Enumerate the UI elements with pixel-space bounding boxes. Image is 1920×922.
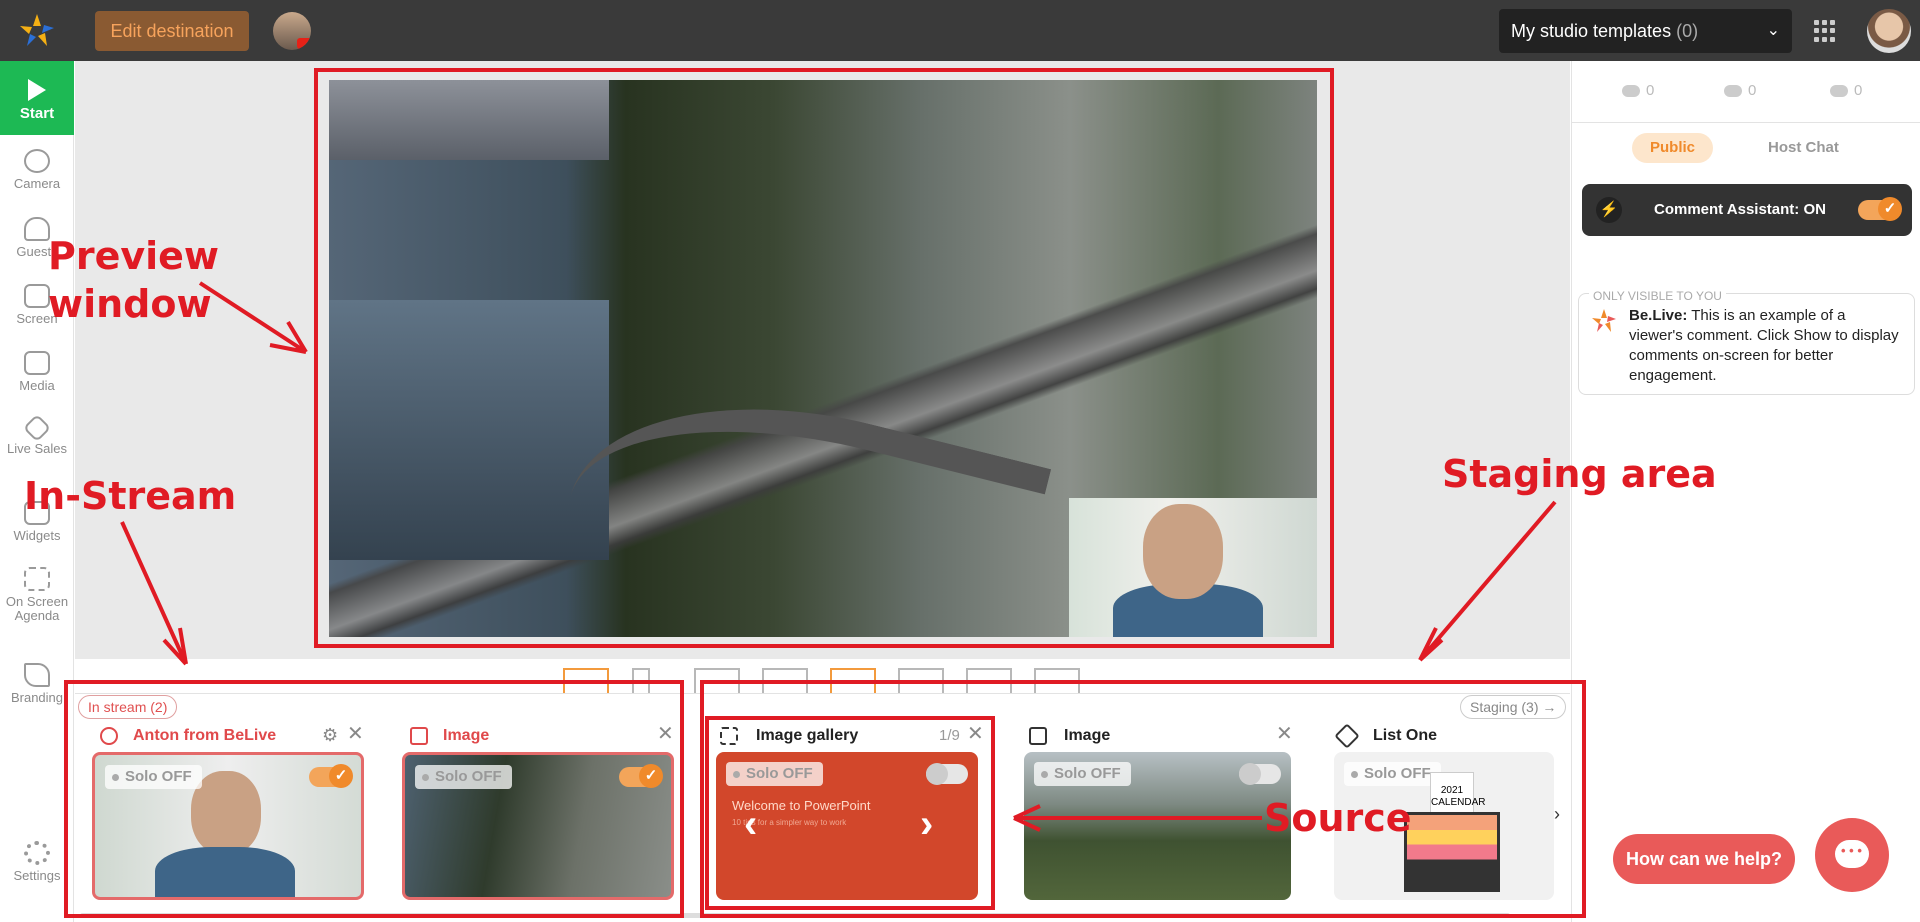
example-comment: ONLY VISIBLE TO YOU Be.Live: This is an … <box>1578 286 1915 395</box>
sidebar-item-agenda[interactable]: On Screen Agenda <box>0 567 74 623</box>
media-icon <box>24 351 50 375</box>
top-bar: Edit destination My studio templates (0)… <box>0 0 1920 61</box>
thumbs-up-icon <box>1724 85 1742 98</box>
comment-author: Be.Live: <box>1629 307 1688 324</box>
templates-label: My studio templates <box>1511 21 1672 41</box>
user-avatar[interactable] <box>1867 9 1911 53</box>
chat-icon <box>1835 840 1869 868</box>
dislikes-count: 0 <box>1854 82 1863 99</box>
sidebar-item-label: Media <box>19 378 55 393</box>
play-icon <box>28 79 46 101</box>
sidebar-item-camera[interactable]: Camera <box>0 149 74 191</box>
sidebar-item-live-sales[interactable]: Live Sales <box>0 413 74 456</box>
sidebar-item-branding[interactable]: Branding <box>0 663 74 705</box>
assistant-toggle[interactable] <box>1858 197 1902 221</box>
destination-avatar[interactable] <box>273 12 311 50</box>
youtube-icon <box>297 38 311 49</box>
annotation-preview-box <box>314 68 1334 648</box>
agenda-icon <box>24 567 50 591</box>
thumbs-down-icon <box>1830 85 1848 98</box>
lightning-icon: ⚡ <box>1596 197 1622 223</box>
studio-templates-dropdown[interactable]: My studio templates (0) ⌄ <box>1499 9 1792 53</box>
templates-count: (0) <box>1676 21 1699 41</box>
help-prompt[interactable]: How can we help? <box>1613 834 1795 884</box>
annotation-preview-label: Preview window <box>48 234 220 326</box>
belive-logo[interactable] <box>18 12 56 50</box>
camera-icon <box>24 149 50 173</box>
guests-icon <box>24 217 50 241</box>
likes-count: 0 <box>1748 82 1757 99</box>
annotation-staging-label: Staging area <box>1442 452 1717 496</box>
tab-host-chat[interactable]: Host Chat <box>1750 133 1857 163</box>
annotation-source-box <box>705 716 995 910</box>
comment-assistant: ⚡ Comment Assistant: ON <box>1582 184 1912 236</box>
views-stat: 0 <box>1622 82 1654 99</box>
edit-destination-button[interactable]: Edit destination <box>95 11 249 51</box>
assistant-label: Comment Assistant: ON <box>1654 201 1826 218</box>
sidebar-item-label: On Screen Agenda <box>5 594 69 623</box>
likes-stat: 0 <box>1724 82 1756 99</box>
annotation-source-label: Source <box>1264 796 1412 840</box>
sidebar-item-label: Live Sales <box>7 441 67 456</box>
belive-logo-icon <box>1592 309 1616 332</box>
sidebar-item-media[interactable]: Media <box>0 351 74 393</box>
brush-icon <box>24 663 50 687</box>
start-button[interactable]: Start <box>0 61 74 135</box>
screen-icon <box>24 284 50 308</box>
only-visible-label: ONLY VISIBLE TO YOU <box>1589 286 1726 306</box>
dislikes-stat: 0 <box>1830 82 1862 99</box>
sidebar-item-label: Branding <box>10 690 64 705</box>
annotation-in-stream-label: In-Stream <box>24 474 237 518</box>
sidebar-item-label: Camera <box>13 176 61 191</box>
engagement-stats: 0 0 0 <box>1572 61 1920 123</box>
annotation-in-stream-box <box>64 680 684 918</box>
sidebar-item-settings[interactable]: Settings <box>0 841 74 883</box>
apps-grid-icon[interactable] <box>1814 20 1836 42</box>
views-count: 0 <box>1646 82 1655 99</box>
start-label: Start <box>19 105 55 122</box>
tag-icon <box>22 413 52 443</box>
sidebar-item-label: Settings <box>13 868 61 883</box>
eye-icon <box>1622 85 1640 98</box>
tab-public[interactable]: Public <box>1632 133 1714 163</box>
chevron-down-icon: ⌄ <box>1766 22 1780 39</box>
gear-icon <box>24 841 50 865</box>
chat-launcher-button[interactable] <box>1815 818 1889 892</box>
sidebar-item-label: Widgets <box>13 528 61 543</box>
